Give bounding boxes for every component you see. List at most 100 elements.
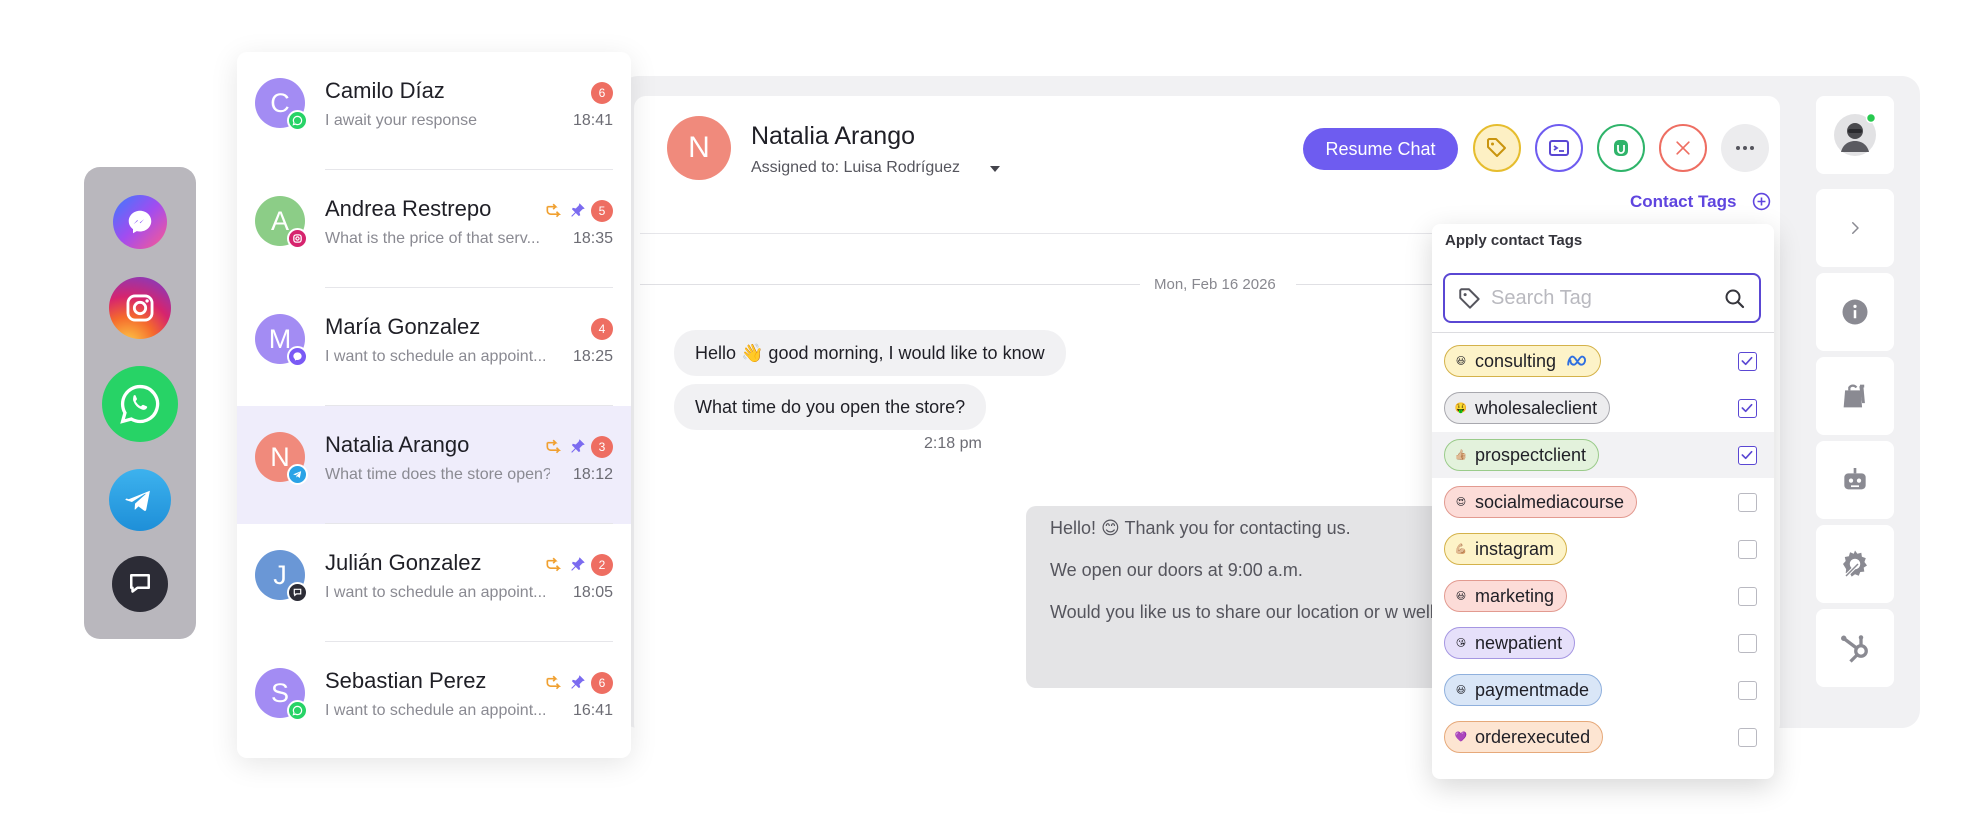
conversation-time: 18:05	[572, 584, 613, 601]
tag-chip[interactable]: 😃 marketing	[1444, 580, 1568, 612]
tag-chip[interactable]: 🤑 wholesaleclient	[1444, 392, 1611, 424]
tag-chip[interactable]: 😃 paymentmade	[1444, 674, 1603, 706]
user-avatar[interactable]	[1816, 96, 1894, 174]
header-divider	[640, 233, 1440, 234]
date-divider-left	[640, 284, 1140, 285]
unread-badge: 4	[591, 318, 613, 340]
tag-checkbox[interactable]	[1738, 728, 1757, 747]
tags-button[interactable]	[1473, 124, 1521, 172]
tag-row[interactable]: 😃 consulting	[1432, 338, 1774, 384]
conversation-preview: I want to schedule an appoint...	[325, 702, 547, 719]
forward-arrow-icon	[546, 557, 562, 572]
forward-arrow-icon	[546, 203, 562, 218]
add-tag-icon[interactable]	[1752, 192, 1771, 211]
tag-search-input[interactable]	[1491, 285, 1711, 311]
telegram-icon[interactable]	[109, 469, 171, 531]
pin-icon	[571, 203, 585, 217]
conversation-item[interactable]: A Andrea Restrepo What is the price of tha…	[237, 170, 631, 288]
orders-button[interactable]	[1816, 357, 1894, 435]
expand-panel-button[interactable]	[1816, 189, 1894, 267]
conversation-list: C Camilo Díaz I await your response 18:41 6 A…	[237, 52, 631, 758]
forward-arrow-icon	[546, 439, 562, 454]
settings-gear-icon	[1843, 550, 1867, 578]
tag-search-box[interactable]	[1443, 273, 1761, 323]
conversation-item[interactable]: C Camilo Díaz I await your response 18:41 6	[237, 52, 631, 170]
shopping-bag-icon	[1843, 384, 1865, 408]
conversation-item[interactable]: M María Gonzalez I want to schedule an app…	[237, 288, 631, 406]
tag-row[interactable]: 🤑 wholesaleclient	[1432, 385, 1774, 431]
tag-row[interactable]: 💪🏼 instagram	[1432, 526, 1774, 572]
hubspot-button[interactable]	[1816, 609, 1894, 687]
contact-avatar: N	[667, 116, 731, 180]
tag-emoji: 😃	[1455, 684, 1467, 696]
tag-checkbox[interactable]	[1738, 681, 1757, 700]
conversation-time: 18:25	[572, 348, 613, 365]
tag-checkbox[interactable]	[1738, 446, 1757, 465]
unread-badge: 6	[591, 82, 613, 104]
search-icon[interactable]	[1723, 287, 1747, 311]
assigned-agent[interactable]: Assigned to: Luisa Rodríguez	[751, 159, 960, 177]
tag-checkbox[interactable]	[1738, 540, 1757, 559]
tag-chip[interactable]: 😍 socialmediacourse	[1444, 486, 1638, 518]
instagram-icon[interactable]	[109, 277, 171, 339]
tag-checkbox[interactable]	[1738, 587, 1757, 606]
integrations-button[interactable]	[1816, 525, 1894, 603]
outgoing-message: Hello! 😊 Thank you for contacting us. We…	[1026, 506, 1446, 688]
tag-checkbox[interactable]	[1738, 399, 1757, 418]
whatsapp-icon[interactable]	[102, 366, 178, 442]
headset-icon	[1614, 140, 1628, 156]
outgoing-message-line: Would you like us to share our location …	[1050, 602, 1444, 622]
contact-name: Natalia Arango	[751, 122, 916, 150]
tag-chip[interactable]: 😃 consulting	[1444, 345, 1602, 377]
close-chat-button[interactable]	[1659, 124, 1707, 172]
resume-chat-button[interactable]: Resume Chat	[1303, 128, 1458, 170]
hubspot-icon	[1841, 635, 1868, 663]
messenger-icon[interactable]	[113, 195, 167, 249]
conversation-name: María Gonzalez	[325, 314, 481, 339]
conversation-item[interactable]: S Sebastian Perez I want to schedule an ap…	[237, 642, 631, 758]
tag-chip[interactable]: 👍🏼 prospectclient	[1444, 439, 1600, 471]
chevron-right-icon	[1852, 222, 1859, 234]
tag-chip[interactable]: 😘 newpatient	[1444, 627, 1576, 659]
conversation-name: Camilo Díaz	[325, 78, 445, 103]
incoming-message: What time do you open the store?	[674, 384, 987, 430]
tag-label: socialmediacourse	[1475, 491, 1625, 512]
conversation-item[interactable]: J Julián Gonzalez I want to schedule an ap…	[237, 524, 631, 642]
conversation-preview: I await your response	[325, 112, 478, 129]
pin-icon	[571, 439, 585, 453]
tag-row[interactable]: 😃 paymentmade	[1432, 667, 1774, 713]
chatbot-button[interactable]	[1816, 441, 1894, 519]
templates-button[interactable]	[1535, 124, 1583, 172]
tag-row[interactable]: 😍 socialmediacourse	[1432, 479, 1774, 525]
assign-agent-button[interactable]	[1597, 124, 1645, 172]
tag-checkbox[interactable]	[1738, 352, 1757, 371]
tag-row[interactable]: 💜 orderexecuted	[1432, 714, 1774, 760]
tag-chip[interactable]: 💜 orderexecuted	[1444, 721, 1604, 753]
assign-dropdown-caret[interactable]	[990, 166, 1000, 172]
incoming-message: Hello 👋 good morning, I would like to kn…	[674, 330, 1066, 376]
conversation-item[interactable]: N Natalia Arango What time does the store …	[237, 406, 631, 524]
outgoing-message-line: Hello! 😊 Thank you for contacting us.	[1050, 518, 1351, 538]
tag-row[interactable]: 😘 newpatient	[1432, 620, 1774, 666]
tag-icon	[1487, 138, 1506, 157]
channel-rail	[84, 167, 196, 639]
tag-checkbox[interactable]	[1738, 493, 1757, 512]
conversation-time: 18:12	[572, 466, 613, 483]
tag-label: prospectclient	[1475, 444, 1587, 465]
tag-checkbox[interactable]	[1738, 634, 1757, 653]
terminal-icon	[1549, 140, 1569, 156]
meta-icon	[1567, 355, 1587, 366]
webchat-icon[interactable]	[112, 556, 168, 612]
more-options-button[interactable]	[1721, 124, 1769, 172]
tag-emoji: 😍	[1455, 496, 1467, 508]
contact-tags-link[interactable]: Contact Tags	[1630, 192, 1736, 212]
conversation-preview: What is the price of that serv...	[325, 230, 540, 247]
apply-tags-popup: Apply contact Tags 😃 consulting 🤑 wholesale…	[1432, 224, 1774, 779]
contact-info-button[interactable]	[1816, 273, 1894, 351]
tag-chip[interactable]: 💪🏼 instagram	[1444, 533, 1568, 565]
date-divider-right	[1296, 284, 1436, 285]
tag-row[interactable]: 😃 marketing	[1432, 573, 1774, 619]
tag-emoji: 😃	[1455, 355, 1467, 367]
tag-icon	[1459, 288, 1480, 309]
tag-row[interactable]: 👍🏼 prospectclient	[1432, 432, 1774, 478]
